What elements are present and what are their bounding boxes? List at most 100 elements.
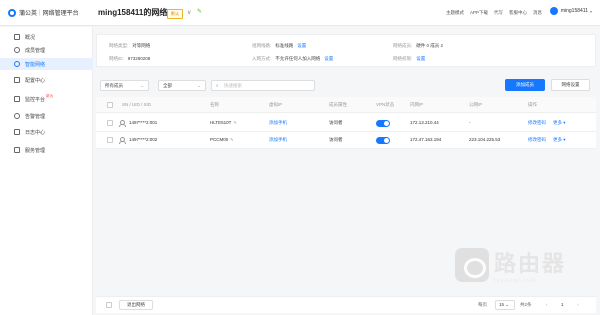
header-virtual-ip: 虚拟IP [269, 102, 283, 107]
network-type-label: 网络类型: [109, 43, 129, 48]
sidebar-item-alarm[interactable]: 告警管理 [0, 110, 93, 122]
monitor-icon [14, 96, 20, 102]
join-mode: 入网方式: 不允许任何人加入网络 设置 [252, 56, 333, 62]
network-permission: 网络权限: 设置 [393, 56, 425, 62]
cell-attr: 访问者 [329, 120, 343, 125]
join-label: 入网方式: [252, 56, 272, 61]
row-checkbox[interactable] [107, 137, 113, 143]
cell-virtual-ip[interactable]: 添加手机 [269, 120, 287, 126]
logo[interactable]: 蒲公英 | 网络管理平台 [8, 8, 79, 17]
total-count: 共2条 [520, 302, 532, 307]
router-icon [455, 248, 489, 282]
header-wan-ip: 公网IP [469, 102, 483, 107]
search-input[interactable]: ⌕ 快速搜索 [211, 80, 315, 91]
cell-virtual-ip[interactable]: 添加手机 [269, 137, 287, 143]
sidebar-item-network[interactable]: 智能网络 [0, 58, 93, 70]
user-menu[interactable]: ming158411 ▾ [549, 7, 592, 15]
sidebar-item-members[interactable]: 成员管理 [0, 44, 93, 56]
header-attr: 成员属性 [329, 102, 347, 107]
change-password-link[interactable]: 修改密码 [528, 137, 546, 143]
cell-sn: 1497****2:001 [129, 120, 158, 125]
top-bar: 蒲公英 | 网络管理平台 ming158411的网络 默认 ∨ ✎ 主题模式 A… [0, 0, 600, 26]
page-size-value: 15 [499, 302, 505, 307]
members-icon [14, 47, 20, 53]
next-page-icon[interactable]: › [577, 302, 579, 307]
chevron-down-icon: ⌄ [197, 83, 201, 88]
page-number[interactable]: 1 [561, 302, 564, 307]
change-password-link[interactable]: 修改密码 [528, 120, 546, 126]
network-settings-button[interactable]: 网络设置 [551, 79, 590, 91]
network-id-value: 973280208 [127, 56, 151, 61]
cell-sn: 1497****2:002 [129, 137, 158, 142]
sidebar-item-overview[interactable]: 概况 [0, 31, 93, 43]
sidebar-item-label: 服务管理 [25, 147, 46, 154]
avatar [549, 7, 558, 15]
edit-title-icon[interactable]: ✎ [197, 8, 202, 15]
status-filter-select[interactable]: 全部 ⌄ [158, 80, 206, 91]
prev-page-icon[interactable]: ‹ [546, 302, 548, 307]
permission-label: 网络权限: [393, 56, 413, 61]
page-size-select[interactable]: 15 ⌄ [495, 300, 515, 310]
search-icon: ⌕ [216, 83, 219, 88]
logo-icon [8, 8, 16, 17]
status-filter-value: 全部 [163, 83, 172, 88]
logo-separator: | [39, 9, 41, 16]
cell-lan-ip: 172.47.163.194 [410, 137, 442, 142]
route-value: 标准线路 [275, 43, 294, 48]
sidebar-item-label: 告警管理 [25, 113, 46, 120]
more-label: 更多 [553, 120, 562, 125]
link-messages[interactable]: 消息 [533, 10, 542, 16]
caret-down-icon: ▾ [589, 8, 592, 14]
logo-name: 蒲公英 [19, 11, 38, 17]
page-size-label: 每页 [478, 302, 487, 307]
network-info-card: 网络类型: 对等网络 网络ID: 973280208 组网线路: 标准线路 设置 入网方… [96, 34, 596, 67]
more-label: 更多 [553, 137, 562, 142]
watermark: 路由器 luyouqi.com [455, 246, 566, 284]
link-proxy[interactable]: 代写 [494, 10, 503, 16]
join-value: 不允许任何人加入网络 [275, 56, 321, 61]
pencil-icon[interactable]: ✎ [233, 120, 236, 125]
cell-name: HLTE510T ✎ [210, 120, 237, 125]
footer-select-all-checkbox[interactable] [106, 302, 112, 308]
chevron-down-icon[interactable]: ∨ [187, 9, 191, 16]
sidebar-item-monitor[interactable]: 监控平台 新功 [0, 93, 93, 105]
member-filter-select[interactable]: 所有成员 ⌄ [100, 80, 149, 91]
permission-settings-link[interactable]: 设置 [416, 56, 425, 61]
pencil-icon[interactable]: ✎ [230, 137, 233, 142]
exit-network-button[interactable]: 退出网络 [119, 300, 153, 310]
sidebar-item-log[interactable]: 日志中心 [0, 126, 93, 138]
network-type-value: 对等网络 [132, 43, 151, 48]
person-icon [119, 137, 126, 144]
members-table: SN / UID / SID 名称 虚拟IP 成员属性 VPN状态 内网IP 公… [96, 97, 596, 149]
header-vpn: VPN状态 [376, 102, 395, 107]
select-all-checkbox[interactable] [107, 102, 113, 108]
sidebar-item-label: 配置中心 [25, 77, 46, 84]
row-checkbox[interactable] [107, 120, 113, 126]
add-member-button[interactable]: 添加成员 [505, 79, 545, 91]
alarm-icon [14, 113, 20, 119]
log-icon [14, 129, 20, 135]
sidebar-item-service[interactable]: 服务管理 [0, 144, 93, 156]
vpn-toggle[interactable] [376, 137, 390, 144]
join-settings-link[interactable]: 设置 [324, 56, 333, 61]
cell-wan-ip: 223.104.225.53 [469, 137, 501, 142]
link-app[interactable]: APP下载 [470, 10, 488, 16]
route-settings-link[interactable]: 设置 [297, 43, 306, 48]
link-theme[interactable]: 主题模式 [446, 10, 464, 16]
sidebar-item-config[interactable]: 配置中心 [0, 74, 93, 86]
link-support[interactable]: 客服中心 [509, 10, 527, 16]
chevron-down-icon: ⌄ [140, 83, 144, 88]
top-links: 主题模式 APP下载 代写 客服中心 消息 [446, 10, 542, 16]
route-label: 组网线路: [252, 43, 272, 48]
more-actions-link[interactable]: 更多 ▾ [553, 137, 566, 143]
search-placeholder: 快速搜索 [224, 83, 242, 88]
network-members: 网络成员: 硬件 0 成员 2 [393, 43, 443, 49]
cell-attr: 访问者 [329, 137, 343, 142]
header-actions: 操作 [528, 102, 537, 107]
header-lan-ip: 内网IP [410, 102, 424, 107]
vpn-toggle[interactable] [376, 120, 390, 127]
sidebar-item-label: 日志中心 [25, 129, 46, 136]
more-actions-link[interactable]: 更多 ▾ [553, 120, 566, 126]
header-sn: SN / UID / SID [122, 102, 152, 107]
header-name: 名称 [210, 102, 219, 107]
